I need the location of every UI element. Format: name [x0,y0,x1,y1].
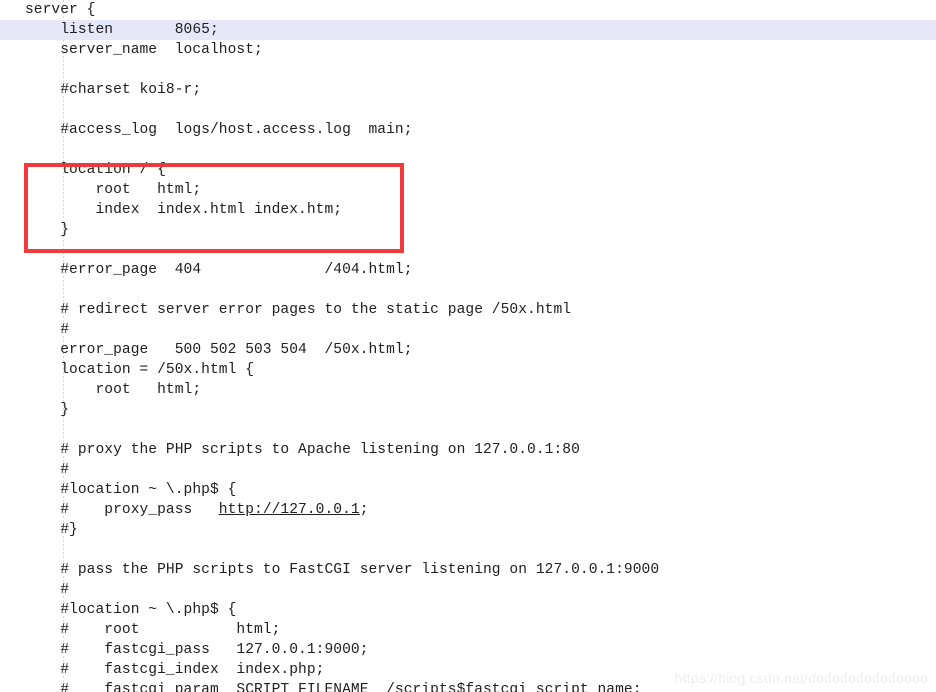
code-line[interactable]: # proxy the PHP scripts to Apache listen… [0,440,936,460]
code-editor-surface[interactable]: server { listen 8065; server_name localh… [0,0,936,692]
code-line[interactable]: #location ~ \.php$ { [0,600,936,620]
code-line[interactable]: root html; [0,380,936,400]
code-line-list[interactable]: server { listen 8065; server_name localh… [0,0,936,692]
code-line[interactable]: location / { [0,160,936,180]
code-line[interactable]: #error_page 404 /404.html; [0,260,936,280]
code-line[interactable] [0,140,936,160]
code-line[interactable]: # [0,320,936,340]
watermark-text: https://blog.csdn.net/dodododododoooo [674,670,928,686]
code-line[interactable]: listen 8065; [0,20,936,40]
code-line[interactable]: # pass the PHP scripts to FastCGI server… [0,560,936,580]
code-line[interactable]: index index.html index.htm; [0,200,936,220]
code-line[interactable]: # redirect server error pages to the sta… [0,300,936,320]
code-line[interactable]: root html; [0,180,936,200]
code-line[interactable]: # root html; [0,620,936,640]
nginx-config-screenshot: server { listen 8065; server_name localh… [0,0,936,692]
code-line[interactable]: server_name localhost; [0,40,936,60]
code-line[interactable]: error_page 500 502 503 504 /50x.html; [0,340,936,360]
proxy-pass-url-link[interactable]: http://127.0.0.1 [219,502,360,518]
code-line[interactable] [0,240,936,260]
code-line[interactable]: #} [0,520,936,540]
code-line[interactable]: #access_log logs/host.access.log main; [0,120,936,140]
code-line[interactable]: } [0,400,936,420]
code-line[interactable]: #charset koi8-r; [0,80,936,100]
code-line[interactable]: server { [0,0,936,20]
code-line[interactable] [0,100,936,120]
code-line[interactable]: location = /50x.html { [0,360,936,380]
code-line[interactable] [0,540,936,560]
code-line[interactable] [0,420,936,440]
code-line[interactable]: } [0,220,936,240]
code-line[interactable]: # [0,460,936,480]
code-line[interactable]: # fastcgi_pass 127.0.0.1:9000; [0,640,936,660]
code-line[interactable] [0,60,936,80]
code-line[interactable]: #location ~ \.php$ { [0,480,936,500]
code-line[interactable]: # [0,580,936,600]
code-line[interactable] [0,280,936,300]
code-line[interactable]: # proxy_pass http://127.0.0.1; [0,500,936,520]
